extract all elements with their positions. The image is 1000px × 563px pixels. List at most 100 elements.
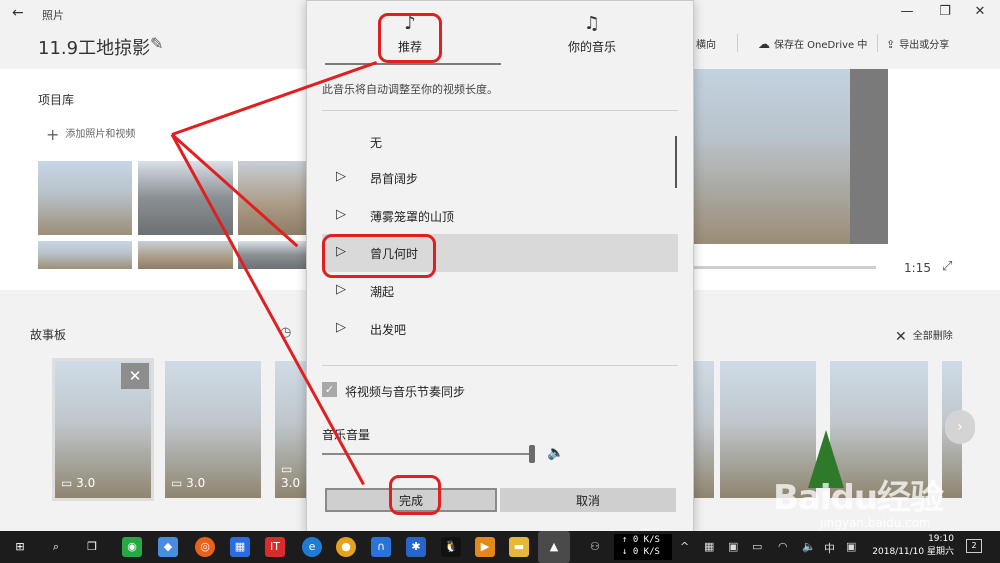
- add-photos-label: 添加照片和视频: [65, 129, 136, 140]
- media-player-icon[interactable]: ▶: [475, 537, 495, 557]
- net-download: ↓ 0 K/S: [622, 547, 660, 557]
- watermark-logo: Baidu经验: [773, 478, 944, 518]
- fullscreen-expand-icon[interactable]: ⤢: [942, 259, 952, 274]
- export-share-button[interactable]: ⇪ 导出或分享: [886, 36, 949, 51]
- watermark-url: jingyan.baidu.com: [820, 516, 931, 530]
- landscape-button[interactable]: 横向: [696, 36, 716, 51]
- chevron-up-icon[interactable]: ^: [680, 540, 689, 553]
- library-thumbnail[interactable]: [38, 161, 132, 235]
- minimize-icon[interactable]: —: [897, 4, 917, 22]
- app-name: 照片: [42, 9, 64, 22]
- people-icon[interactable]: ⚇: [590, 540, 600, 553]
- speaker-volume-icon: 🔈: [547, 445, 565, 461]
- project-title[interactable]: 11.9工地掠影: [38, 34, 150, 60]
- tray-app-icon[interactable]: ▦: [704, 540, 714, 553]
- qq-icon[interactable]: 🐧: [441, 537, 461, 557]
- annotation-highlight-done: [389, 475, 441, 515]
- clock-date: 2018/11/10 星期六: [872, 547, 954, 557]
- tab-your-music-label: 你的音乐: [567, 40, 616, 54]
- clear-all-label: 全部删除: [912, 331, 953, 342]
- wechat-icon[interactable]: ◉: [122, 537, 142, 557]
- music-item[interactable]: ▷ 薄雾笼罩的山顶: [322, 197, 678, 235]
- preview-image-edge: [850, 69, 888, 244]
- storyboard-card[interactable]: ▭ 3.0: [165, 361, 261, 498]
- battery-icon[interactable]: ▭: [752, 540, 762, 553]
- notification-center-icon[interactable]: 2: [966, 539, 982, 553]
- sync-label: 将视频与音乐节奏同步: [345, 385, 466, 399]
- music-item-none[interactable]: 无: [322, 123, 678, 161]
- sync-checkbox[interactable]: ✓: [322, 382, 337, 397]
- cloud-upload-icon: ☁: [758, 37, 770, 51]
- music-item-label: 昂首阔步: [370, 172, 419, 186]
- system-clock[interactable]: 19:10 2018/11/10 星期六: [862, 533, 954, 559]
- app-icon[interactable]: ◆: [158, 537, 178, 557]
- save-onedrive-button[interactable]: ☁ 保存在 OneDrive 中: [758, 36, 867, 51]
- volume-tray-icon[interactable]: 🔈: [802, 540, 816, 553]
- library-thumbnail[interactable]: [38, 241, 132, 269]
- music-item[interactable]: ▷ 昂首阔步: [322, 159, 678, 197]
- play-icon[interactable]: ▷: [336, 207, 346, 222]
- tray-app-icon[interactable]: ▣: [728, 540, 738, 553]
- file-explorer-icon[interactable]: ▬: [509, 537, 529, 557]
- music-item-label: 出发吧: [370, 323, 407, 337]
- annotation-highlight-recommended: [378, 13, 442, 63]
- search-icon[interactable]: ⌕: [46, 537, 66, 557]
- volume-label: 音乐音量: [322, 428, 371, 442]
- net-upload: ↑ 0 K/S: [622, 535, 660, 545]
- play-icon[interactable]: ▷: [336, 282, 346, 297]
- music-item-label: 潮起: [370, 285, 395, 299]
- app-icon[interactable]: ◎: [195, 537, 215, 557]
- playback-progress-bar[interactable]: [694, 266, 876, 269]
- tray-app-icon[interactable]: ▣: [846, 540, 856, 553]
- app-icon[interactable]: ▦: [230, 537, 250, 557]
- close-icon: ✕: [895, 329, 907, 345]
- play-icon[interactable]: ▷: [336, 320, 346, 335]
- music-item-label: 无: [370, 136, 383, 150]
- music-description: 此音乐将自动调整至你的视频长度。: [322, 83, 498, 96]
- storyboard-card[interactable]: [694, 361, 714, 498]
- wifi-icon[interactable]: ◠: [778, 540, 788, 553]
- remove-card-close-icon[interactable]: ✕: [121, 363, 149, 389]
- edit-title-pencil-icon[interactable]: ✎: [150, 34, 163, 53]
- image-icon: ▭: [171, 476, 187, 490]
- volume-slider-track[interactable]: [322, 453, 534, 455]
- app-icon[interactable]: ✱: [406, 537, 426, 557]
- video-duration: 1:15: [904, 261, 931, 275]
- close-window-icon[interactable]: ✕: [970, 4, 990, 22]
- chrome-browser-icon[interactable]: ●: [336, 537, 356, 557]
- card-duration: ▭ 3.0: [61, 476, 96, 490]
- storyboard-card[interactable]: ✕ ▭ 3.0: [55, 361, 151, 498]
- export-share-label: 导出或分享: [899, 40, 950, 51]
- annotation-highlight-selected-music: [322, 234, 436, 278]
- ie-browser-icon[interactable]: e: [302, 537, 322, 557]
- share-icon: ⇪: [886, 38, 896, 51]
- ime-indicator[interactable]: 中: [824, 540, 835, 556]
- toolbar-divider: [737, 34, 738, 52]
- windows-start-icon[interactable]: ⊞: [10, 537, 30, 557]
- library-title: 项目库: [38, 93, 75, 107]
- storyboard-card[interactable]: ▭ 3.0: [275, 361, 306, 498]
- clear-all-button[interactable]: ✕ 全部删除: [895, 327, 953, 345]
- divider: [322, 365, 678, 366]
- volume-slider-thumb[interactable]: [529, 445, 535, 463]
- storyboard-title: 故事板: [30, 328, 67, 342]
- app-icon[interactable]: IT: [265, 537, 285, 557]
- next-chevron-icon[interactable]: ›: [945, 410, 975, 444]
- play-icon[interactable]: ▷: [336, 169, 346, 184]
- image-icon: ▭: [281, 462, 293, 476]
- save-onedrive-label: 保存在 OneDrive 中: [774, 40, 868, 51]
- active-tab-indicator: [325, 63, 501, 65]
- library-thumbnail[interactable]: [138, 241, 233, 269]
- restore-icon[interactable]: ❐: [935, 4, 955, 22]
- add-photos-videos-button[interactable]: + 添加照片和视频: [46, 125, 135, 144]
- video-preview-panel: 1:15 ⤢: [694, 69, 1000, 290]
- task-view-icon[interactable]: ❒: [82, 537, 102, 557]
- person-music-icon: ♫: [583, 13, 601, 34]
- app-icon[interactable]: ∩: [371, 537, 391, 557]
- back-arrow-icon[interactable]: ←: [12, 5, 24, 21]
- music-list-scrollbar[interactable]: [675, 136, 677, 188]
- photos-app-icon[interactable]: ▲: [538, 531, 570, 563]
- cancel-button[interactable]: 取消: [500, 488, 676, 512]
- music-item[interactable]: ▷ 出发吧: [322, 310, 678, 348]
- tab-your-music[interactable]: ♫ 你的音乐: [537, 13, 647, 55]
